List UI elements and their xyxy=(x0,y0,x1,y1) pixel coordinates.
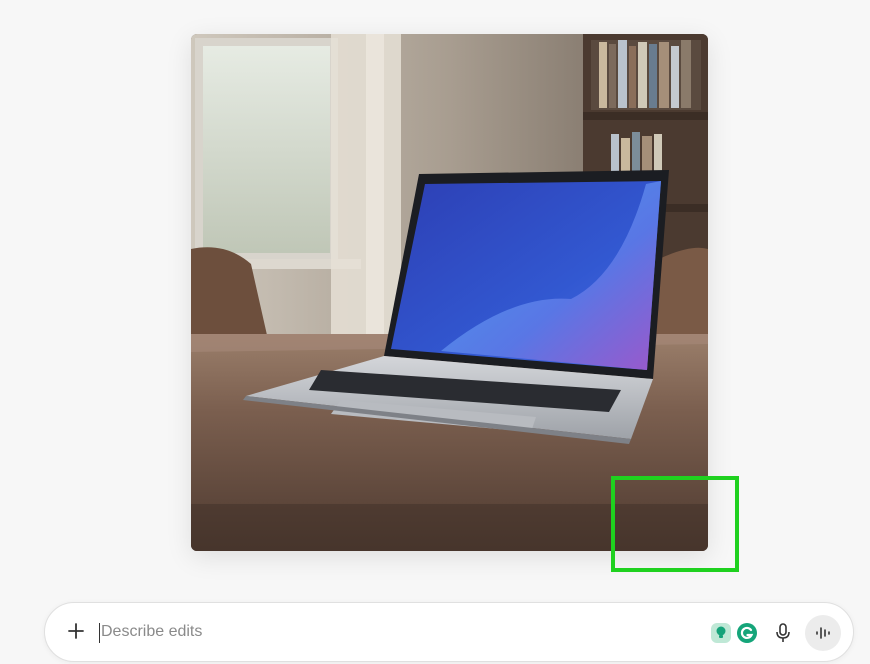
voice-mode-icon[interactable] xyxy=(805,615,841,651)
microphone-icon[interactable] xyxy=(770,619,796,647)
extension-icons xyxy=(709,621,759,645)
lightbulb-glyph xyxy=(711,623,731,643)
lightbulb-badge-icon[interactable] xyxy=(709,621,733,645)
plus-icon[interactable] xyxy=(62,617,90,645)
selection-box[interactable] xyxy=(611,476,739,572)
plus-glyph xyxy=(68,623,84,639)
image-illustration xyxy=(191,34,708,551)
composer-bar xyxy=(44,602,854,662)
text-caret xyxy=(99,623,100,643)
grammarly-icon[interactable] xyxy=(735,621,759,645)
canvas xyxy=(0,0,870,664)
microphone-glyph xyxy=(776,623,790,642)
generated-image[interactable] xyxy=(191,34,708,551)
voice-waveform-glyph xyxy=(816,627,830,639)
describe-edits-input[interactable] xyxy=(101,617,661,647)
grammarly-glyph xyxy=(737,623,757,643)
